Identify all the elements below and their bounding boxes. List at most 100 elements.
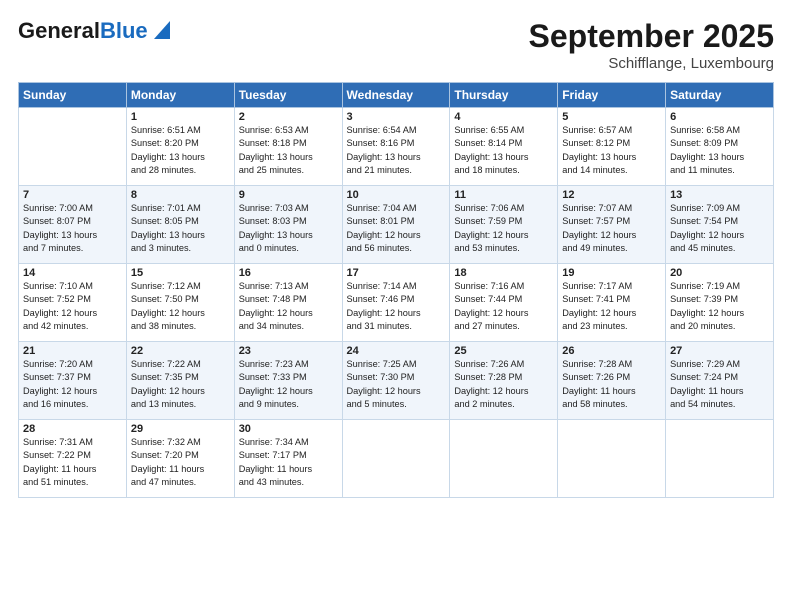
calendar-cell: 20Sunrise: 7:19 AMSunset: 7:39 PMDayligh… [666,264,774,342]
day-number: 1 [131,111,230,123]
day-number: 16 [239,267,338,279]
day-number: 9 [239,189,338,201]
cell-content: Sunrise: 7:09 AMSunset: 7:54 PMDaylight:… [670,202,769,255]
calendar-cell: 27Sunrise: 7:29 AMSunset: 7:24 PMDayligh… [666,342,774,420]
cell-content: Sunrise: 6:54 AMSunset: 8:16 PMDaylight:… [347,124,446,177]
cell-line: Sunrise: 7:01 AM [131,202,230,215]
cell-line: and 9 minutes. [239,398,338,411]
cell-line: Sunrise: 7:12 AM [131,280,230,293]
cell-line: Sunrise: 7:09 AM [670,202,769,215]
cell-line: and 13 minutes. [131,398,230,411]
cell-line: Daylight: 12 hours [347,385,446,398]
calendar-cell: 6Sunrise: 6:58 AMSunset: 8:09 PMDaylight… [666,108,774,186]
cell-line: and 42 minutes. [23,320,122,333]
cell-content: Sunrise: 7:06 AMSunset: 7:59 PMDaylight:… [454,202,553,255]
cell-line: Sunset: 7:57 PM [562,215,661,228]
cell-line: Sunset: 7:24 PM [670,371,769,384]
cell-line: Daylight: 12 hours [454,385,553,398]
cell-line: and 16 minutes. [23,398,122,411]
cell-line: and 3 minutes. [131,242,230,255]
day-number: 20 [670,267,769,279]
header-cell-saturday: Saturday [666,83,774,108]
cell-line: Daylight: 12 hours [347,307,446,320]
cell-content: Sunrise: 7:10 AMSunset: 7:52 PMDaylight:… [23,280,122,333]
cell-line: Sunrise: 7:25 AM [347,358,446,371]
cell-line: and 18 minutes. [454,164,553,177]
cell-line: Sunset: 7:39 PM [670,293,769,306]
day-number: 4 [454,111,553,123]
cell-content: Sunrise: 7:19 AMSunset: 7:39 PMDaylight:… [670,280,769,333]
cell-line: and 28 minutes. [131,164,230,177]
header-row: SundayMondayTuesdayWednesdayThursdayFrid… [19,83,774,108]
header-cell-wednesday: Wednesday [342,83,450,108]
cell-content: Sunrise: 7:20 AMSunset: 7:37 PMDaylight:… [23,358,122,411]
cell-line: Sunset: 7:41 PM [562,293,661,306]
cell-line: Sunset: 7:48 PM [239,293,338,306]
cell-line: Daylight: 13 hours [454,151,553,164]
cell-content: Sunrise: 6:55 AMSunset: 8:14 PMDaylight:… [454,124,553,177]
day-number: 21 [23,345,122,357]
cell-line: and 34 minutes. [239,320,338,333]
cell-line: Daylight: 13 hours [239,151,338,164]
cell-line: and 51 minutes. [23,476,122,489]
week-row-5: 28Sunrise: 7:31 AMSunset: 7:22 PMDayligh… [19,420,774,498]
day-number: 19 [562,267,661,279]
cell-line: Sunrise: 7:34 AM [239,436,338,449]
cell-content: Sunrise: 7:03 AMSunset: 8:03 PMDaylight:… [239,202,338,255]
cell-line: and 43 minutes. [239,476,338,489]
cell-line: and 23 minutes. [562,320,661,333]
cell-line: Sunset: 8:03 PM [239,215,338,228]
cell-line: Sunset: 7:28 PM [454,371,553,384]
cell-line: Sunset: 7:20 PM [131,449,230,462]
cell-content: Sunrise: 7:28 AMSunset: 7:26 PMDaylight:… [562,358,661,411]
cell-line: Daylight: 11 hours [562,385,661,398]
cell-content: Sunrise: 7:26 AMSunset: 7:28 PMDaylight:… [454,358,553,411]
cell-content: Sunrise: 7:23 AMSunset: 7:33 PMDaylight:… [239,358,338,411]
day-number: 10 [347,189,446,201]
cell-line: Sunrise: 7:04 AM [347,202,446,215]
cell-line: Daylight: 12 hours [670,229,769,242]
cell-line: Sunrise: 7:17 AM [562,280,661,293]
calendar-cell: 5Sunrise: 6:57 AMSunset: 8:12 PMDaylight… [558,108,666,186]
cell-line: and 5 minutes. [347,398,446,411]
cell-content: Sunrise: 7:04 AMSunset: 8:01 PMDaylight:… [347,202,446,255]
month-title: September 2025 [529,18,774,55]
day-number: 25 [454,345,553,357]
cell-line: Daylight: 13 hours [131,151,230,164]
calendar-cell: 9Sunrise: 7:03 AMSunset: 8:03 PMDaylight… [234,186,342,264]
cell-line: Sunset: 7:59 PM [454,215,553,228]
cell-line: and 25 minutes. [239,164,338,177]
cell-line: Daylight: 12 hours [23,385,122,398]
cell-line: Sunset: 8:14 PM [454,137,553,150]
calendar-cell [666,420,774,498]
cell-line: Sunset: 7:50 PM [131,293,230,306]
calendar-cell: 11Sunrise: 7:06 AMSunset: 7:59 PMDayligh… [450,186,558,264]
calendar-cell: 18Sunrise: 7:16 AMSunset: 7:44 PMDayligh… [450,264,558,342]
week-row-4: 21Sunrise: 7:20 AMSunset: 7:37 PMDayligh… [19,342,774,420]
day-number: 2 [239,111,338,123]
day-number: 6 [670,111,769,123]
cell-line: Sunrise: 7:13 AM [239,280,338,293]
cell-line: Daylight: 12 hours [562,307,661,320]
logo: General Blue [18,18,170,44]
cell-line: Sunrise: 6:51 AM [131,124,230,137]
cell-line: and 58 minutes. [562,398,661,411]
cell-line: Daylight: 11 hours [239,463,338,476]
cell-line: Sunrise: 7:22 AM [131,358,230,371]
cell-line: Sunset: 8:18 PM [239,137,338,150]
day-number: 30 [239,423,338,435]
day-number: 3 [347,111,446,123]
cell-content: Sunrise: 6:53 AMSunset: 8:18 PMDaylight:… [239,124,338,177]
calendar-cell: 25Sunrise: 7:26 AMSunset: 7:28 PMDayligh… [450,342,558,420]
day-number: 22 [131,345,230,357]
cell-line: Sunrise: 7:29 AM [670,358,769,371]
cell-line: Sunrise: 6:55 AM [454,124,553,137]
cell-line: Sunset: 7:52 PM [23,293,122,306]
calendar-cell: 16Sunrise: 7:13 AMSunset: 7:48 PMDayligh… [234,264,342,342]
page: General Blue September 2025 Schifflange,… [0,0,792,612]
cell-line: Daylight: 12 hours [239,385,338,398]
calendar-header: SundayMondayTuesdayWednesdayThursdayFrid… [19,83,774,108]
cell-line: Daylight: 12 hours [239,307,338,320]
calendar-cell: 17Sunrise: 7:14 AMSunset: 7:46 PMDayligh… [342,264,450,342]
cell-line: Sunset: 8:20 PM [131,137,230,150]
